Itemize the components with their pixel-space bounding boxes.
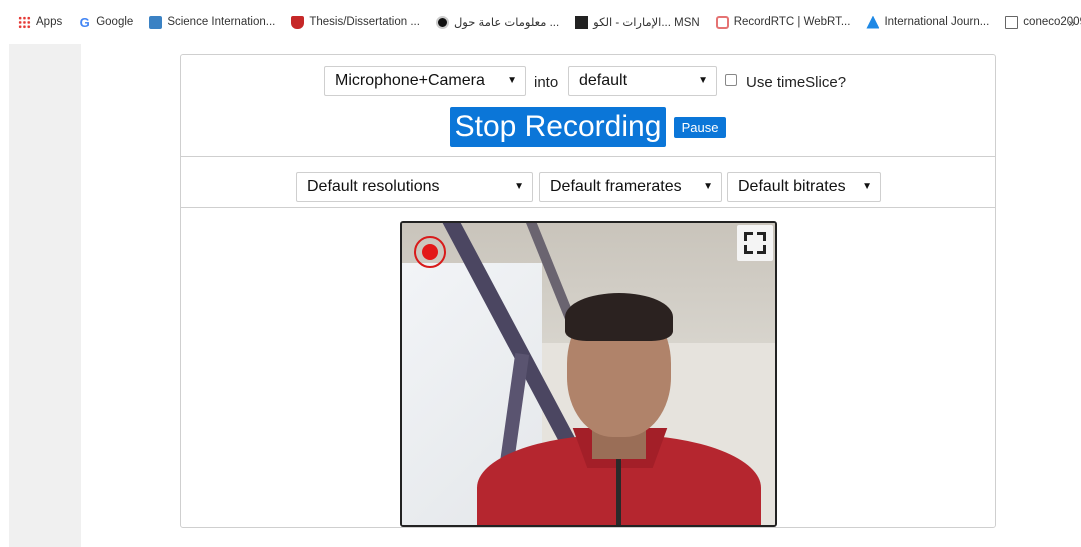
bookmark-label: الإمارات - الكو... MSN: [593, 17, 700, 29]
bookmark-label: Google: [96, 16, 134, 28]
journal-icon: [866, 15, 880, 29]
circle-logo-icon: [435, 15, 449, 29]
google-icon: G: [79, 14, 90, 30]
timeslice-label: Use timeSlice?: [746, 74, 847, 91]
bookmark-journal[interactable]: International Journ...: [866, 15, 990, 29]
bookmark-thesis[interactable]: Thesis/Dissertation ...: [291, 15, 420, 29]
recording-dot-icon: [414, 236, 446, 268]
dropdown-arrow-icon: ▼: [703, 181, 713, 192]
thesis-shield-icon: [291, 15, 305, 29]
bookmark-science[interactable]: Science Internation...: [149, 15, 276, 29]
resolution-value: Default resolutions: [307, 178, 440, 195]
media-type-select[interactable]: Microphone+Camera ▼: [324, 66, 526, 96]
format-value: default: [579, 72, 628, 89]
bookmark-label: International Journ...: [884, 16, 990, 28]
bookmarks-bar: Apps G Google Science Internation... The…: [0, 0, 1081, 44]
camera-preview-video[interactable]: [400, 221, 777, 527]
bookmark-label: Thesis/Dissertation ...: [309, 16, 420, 28]
apps-grid-icon: [18, 15, 31, 29]
bookmarks-overflow-button[interactable]: »: [1068, 16, 1075, 30]
bookmark-msn[interactable]: الإمارات - الكو... MSN: [575, 15, 700, 29]
bitrate-select[interactable]: Default bitrates ▼: [727, 172, 881, 202]
dropdown-arrow-icon: ▼: [507, 75, 517, 86]
recorder-panel: Microphone+Camera ▼ into default ▼ Use t…: [180, 54, 996, 528]
bookmark-label: معلومات عامة حول ...: [453, 17, 560, 29]
document-icon: [1005, 15, 1019, 29]
msn-icon: [575, 15, 589, 29]
bookmark-google[interactable]: G Google: [78, 14, 134, 30]
bookmark-arabic-info[interactable]: معلومات عامة حول ...: [435, 15, 560, 29]
resolution-select[interactable]: Default resolutions ▼: [296, 172, 533, 202]
dropdown-arrow-icon: ▼: [862, 181, 872, 192]
bookmark-label: Science Internation...: [167, 16, 276, 28]
science-icon: [149, 15, 163, 29]
stop-recording-button[interactable]: Stop Recording: [450, 107, 666, 147]
bookmark-label: Apps: [36, 16, 63, 28]
framerate-select[interactable]: Default framerates ▼: [539, 172, 722, 202]
format-select[interactable]: default ▼: [568, 66, 717, 96]
left-sidebar-strip: [9, 44, 81, 547]
media-options: Default resolutions ▼ Default framerates…: [181, 157, 995, 208]
recordrtc-icon: [715, 15, 729, 29]
pause-button[interactable]: Pause: [674, 117, 726, 138]
dropdown-arrow-icon: ▼: [514, 181, 524, 192]
media-type-value: Microphone+Camera: [335, 72, 485, 89]
bookmark-recordrtc[interactable]: RecordRTC | WebRT...: [715, 15, 851, 29]
framerate-value: Default framerates: [550, 178, 682, 195]
timeslice-checkbox[interactable]: [725, 74, 737, 86]
bookmark-label: RecordRTC | WebRT...: [733, 16, 851, 28]
recording-controls: Microphone+Camera ▼ into default ▼ Use t…: [181, 55, 995, 157]
bitrate-value: Default bitrates: [738, 178, 846, 195]
bookmark-apps[interactable]: Apps: [18, 15, 63, 29]
fullscreen-icon[interactable]: [737, 225, 773, 261]
into-label: into: [534, 74, 559, 91]
dropdown-arrow-icon: ▼: [698, 75, 708, 86]
